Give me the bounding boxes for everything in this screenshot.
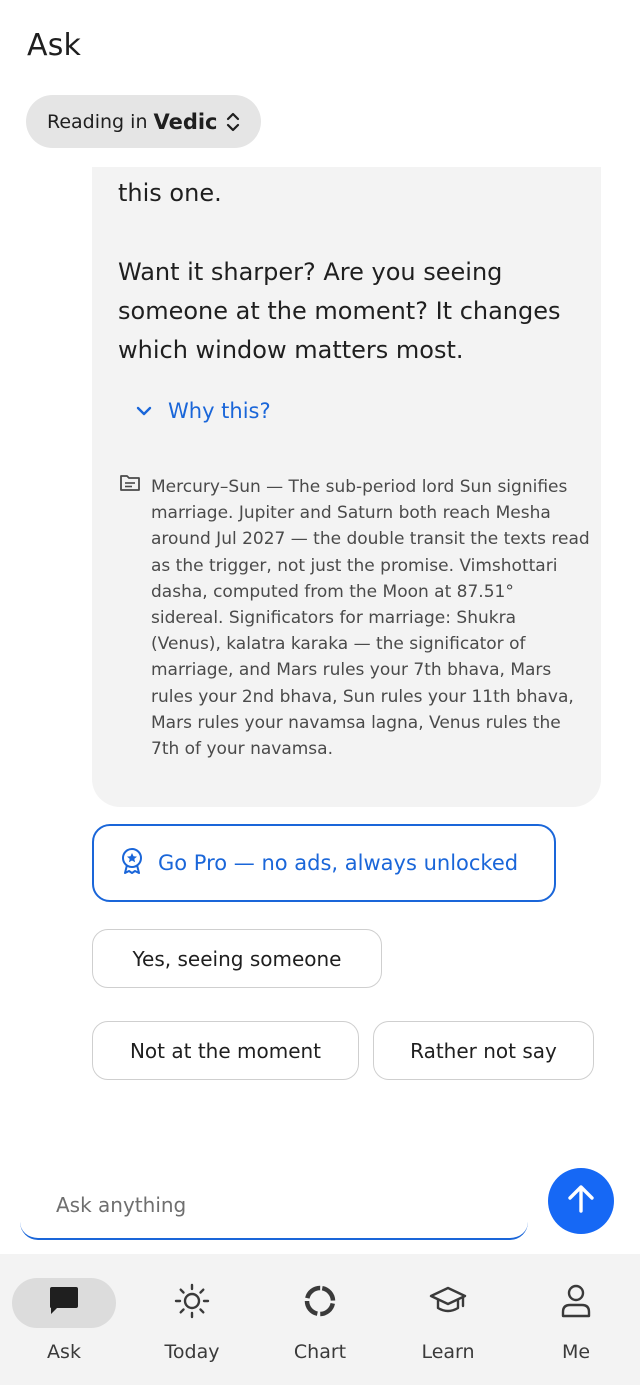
nav-active-indicator: [12, 1278, 116, 1328]
nav-label-learn: Learn: [421, 1341, 475, 1363]
why-this-toggle[interactable]: Why this?: [136, 399, 271, 423]
graduation-cap-icon: [428, 1284, 468, 1322]
nav-item-chart[interactable]: Chart: [256, 1254, 384, 1385]
reply-chip-not-now[interactable]: Not at the moment: [92, 1021, 359, 1080]
bottom-navigation: Ask Today Chart Learn Me: [0, 1254, 640, 1385]
nav-label-today: Today: [164, 1341, 220, 1363]
nav-item-learn[interactable]: Learn: [384, 1254, 512, 1385]
nav-icon-wrap-me: [524, 1278, 628, 1328]
nav-label-ask: Ask: [47, 1341, 81, 1363]
reply-chip-yes[interactable]: Yes, seeing someone: [92, 929, 382, 988]
source-note-icon: [119, 473, 141, 497]
message-text-line: this one.: [118, 179, 222, 207]
page-title: Ask: [27, 28, 82, 63]
assistant-message-bubble: this one. Want it sharper? Are you seein…: [92, 167, 601, 807]
message-text-paragraph: Want it sharper? Are you seeing someone …: [118, 258, 561, 364]
reading-mode-prefix: Reading in: [47, 110, 148, 133]
sun-icon: [173, 1282, 211, 1324]
chart-ring-icon: [302, 1283, 338, 1323]
nav-label-me: Me: [561, 1341, 591, 1363]
reading-mode-selector[interactable]: Reading in Vedic: [26, 95, 261, 148]
nav-item-me[interactable]: Me: [512, 1254, 640, 1385]
nav-icon-wrap-chart: [268, 1278, 372, 1328]
chat-icon: [46, 1284, 82, 1322]
nav-icon-wrap-today: [140, 1278, 244, 1328]
chevron-down-icon: [136, 402, 152, 421]
nav-icon-wrap-learn: [396, 1278, 500, 1328]
chevron-up-down-icon: [226, 111, 240, 133]
arrow-up-icon: [566, 1183, 596, 1219]
ask-input[interactable]: [20, 1172, 528, 1240]
go-pro-label: Go Pro — no ads, always unlocked: [158, 851, 519, 875]
reading-mode-value: Vedic: [153, 109, 218, 134]
why-this-label: Why this?: [168, 399, 271, 423]
go-pro-button[interactable]: Go Pro — no ads, always unlocked: [92, 824, 556, 902]
nav-item-today[interactable]: Today: [128, 1254, 256, 1385]
award-badge-icon: [120, 847, 144, 879]
send-button[interactable]: [548, 1168, 614, 1234]
nav-label-chart: Chart: [293, 1341, 347, 1363]
reply-chip-rather-not[interactable]: Rather not say: [373, 1021, 594, 1080]
source-explanation-text: Mercury–Sun — The sub-period lord Sun si…: [151, 477, 590, 760]
person-icon: [560, 1283, 592, 1323]
nav-item-ask[interactable]: Ask: [0, 1254, 128, 1385]
